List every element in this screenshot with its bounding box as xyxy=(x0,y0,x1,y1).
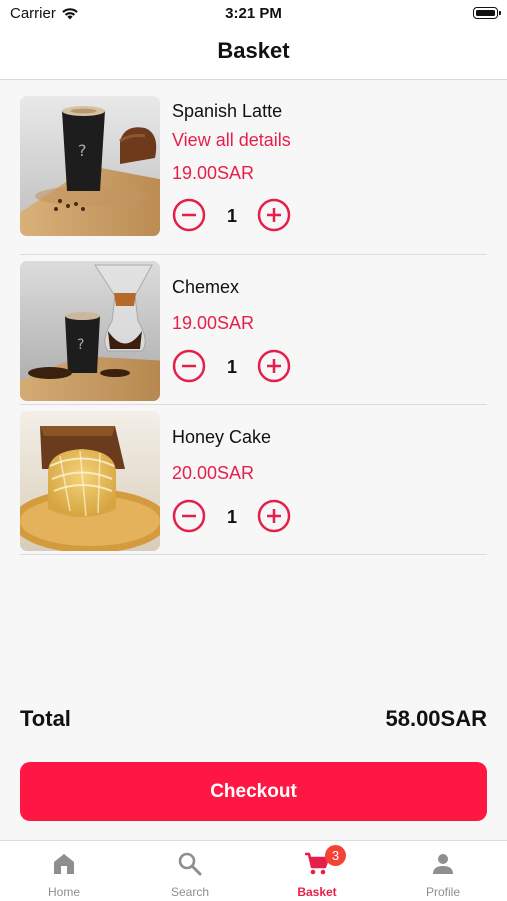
basket-item: ? Spanish Latte View all details 19.00SA… xyxy=(20,80,487,255)
checkout-button[interactable]: Checkout xyxy=(20,762,487,821)
battery-icon xyxy=(473,7,501,19)
decrease-quantity-button[interactable] xyxy=(172,349,206,383)
minus-circle-icon xyxy=(172,198,206,232)
cart-count-badge: 3 xyxy=(325,845,346,866)
status-bar: Carrier 3:21 PM xyxy=(0,0,507,28)
plus-circle-icon xyxy=(257,349,291,383)
item-price: 19.00SAR xyxy=(172,163,255,183)
page-title: Basket xyxy=(217,38,290,63)
item-quantity: 1 xyxy=(226,357,237,377)
tab-profile[interactable]: Profile xyxy=(380,841,506,901)
navigation-bar: Basket xyxy=(0,28,507,80)
home-icon xyxy=(54,854,74,874)
basket-item-list: ? Spanish Latte View all details 19.00SA… xyxy=(20,80,487,555)
item-name: Honey Cake xyxy=(172,427,272,447)
tab-search[interactable]: Search xyxy=(127,841,253,901)
status-time: 3:21 PM xyxy=(225,5,282,22)
total-row: Total 58.00SAR xyxy=(20,706,487,736)
tab-label: Profile xyxy=(425,885,460,899)
item-name: Spanish Latte xyxy=(172,101,283,121)
plus-circle-icon xyxy=(257,198,291,232)
spanish-latte-image: ? xyxy=(20,96,160,236)
item-quantity: 1 xyxy=(226,206,237,226)
decrease-quantity-button[interactable] xyxy=(172,499,206,533)
tab-label: Home xyxy=(47,885,80,899)
increase-quantity-button[interactable] xyxy=(257,198,291,232)
tab-basket[interactable]: 3 Basket xyxy=(254,841,380,901)
svg-text:?: ? xyxy=(77,337,84,353)
basket-item: Honey Cake 20.00SAR 1 xyxy=(20,405,487,555)
honey-cake-image xyxy=(20,411,160,551)
search-icon xyxy=(178,852,202,876)
tab-bar: Home Search 3 Basket Profile xyxy=(0,840,507,901)
tab-label: Basket xyxy=(297,885,337,899)
minus-circle-icon xyxy=(172,349,206,383)
tab-home[interactable]: Home xyxy=(1,841,127,901)
person-icon xyxy=(433,854,453,874)
minus-circle-icon xyxy=(172,499,206,533)
item-name: Chemex xyxy=(172,277,240,297)
chemex-image: ? xyxy=(20,261,160,401)
tab-label: Search xyxy=(170,885,210,899)
view-all-details-link[interactable]: View all details xyxy=(172,130,291,151)
total-value: 58.00SAR xyxy=(385,706,487,731)
svg-text:?: ? xyxy=(78,141,87,160)
increase-quantity-button[interactable] xyxy=(257,349,291,383)
decrease-quantity-button[interactable] xyxy=(172,198,206,232)
basket-item: ? Chemex 19.00SAR 1 xyxy=(20,255,487,405)
item-price: 19.00SAR xyxy=(172,313,255,333)
total-label: Total xyxy=(20,706,71,731)
item-quantity: 1 xyxy=(226,507,237,527)
increase-quantity-button[interactable] xyxy=(257,499,291,533)
item-price: 20.00SAR xyxy=(172,463,255,483)
plus-circle-icon xyxy=(257,499,291,533)
